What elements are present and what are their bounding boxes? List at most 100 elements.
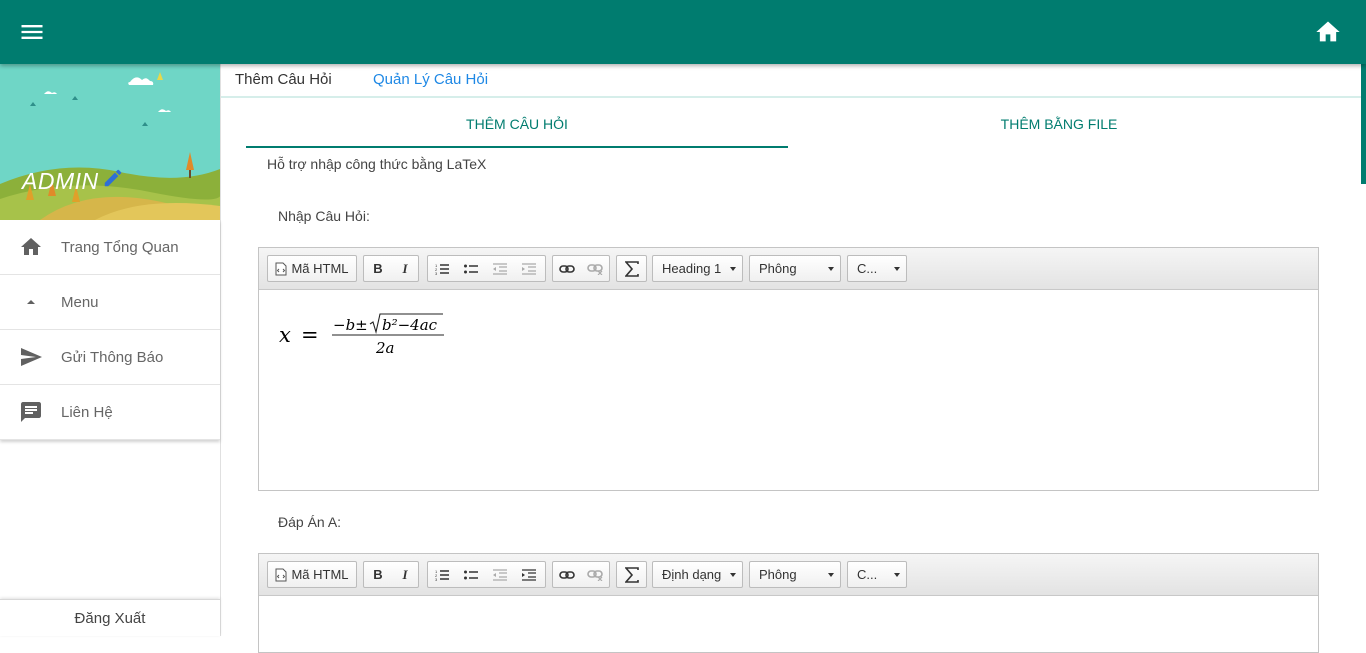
italic-button[interactable]: I: [392, 256, 418, 281]
quadratic-formula: x = −b± b²−4ac 2a: [279, 313, 444, 357]
answer-a-label: Đáp Án A:: [278, 514, 342, 530]
size-dropdown-value: C...: [857, 567, 878, 582]
question-label: Nhập Câu Hỏi:: [278, 208, 370, 224]
bold-button[interactable]: B: [364, 256, 392, 281]
main-content: Thêm Câu Hỏi Quản Lý Câu Hỏi THÊM CÂU HỎ…: [221, 64, 1361, 653]
formula-equals: =: [301, 323, 319, 347]
format-dropdown[interactable]: Heading 1: [652, 255, 743, 282]
font-dropdown[interactable]: Phông: [749, 255, 841, 282]
math-group: [616, 561, 647, 588]
italic-button[interactable]: I: [392, 562, 418, 587]
unlink-icon: [587, 569, 603, 581]
page-scrollbar[interactable]: [1361, 64, 1366, 184]
numbered-list-button[interactable]: 123: [428, 562, 456, 587]
math-formula-button[interactable]: [617, 562, 646, 587]
chevron-down-icon: [828, 267, 834, 271]
chevron-down-icon: [828, 573, 834, 577]
bold-button[interactable]: B: [364, 562, 392, 587]
list-indent-group: 123: [427, 255, 546, 282]
format-dropdown-value: Heading 1: [662, 261, 722, 276]
home-icon: [21, 238, 41, 255]
text-style-group: B I: [363, 255, 419, 282]
math-formula-button[interactable]: [617, 256, 646, 281]
source-button-group: Mã HTML: [267, 255, 357, 282]
svg-text:3: 3: [435, 577, 438, 581]
admin-name: ADMIN: [22, 168, 99, 194]
formula-denominator: 2a: [375, 339, 395, 357]
chevron-down-icon: [894, 267, 900, 271]
editor-toolbar: Mã HTML B I 123: [259, 248, 1318, 290]
math-group: [616, 255, 647, 282]
svg-text:3: 3: [435, 271, 438, 275]
latex-support-note: Hỗ trợ nhập công thức bằng LaTeX: [267, 156, 487, 172]
sidebar-item-menu[interactable]: Menu: [0, 275, 220, 330]
bulleted-list-icon: [463, 264, 478, 273]
source-button[interactable]: Mã HTML: [268, 256, 356, 281]
bulleted-list-button[interactable]: [456, 256, 485, 281]
question-editor: Mã HTML B I 123 Heading 1 Phông C... x =…: [258, 247, 1319, 491]
link-icon: [559, 264, 575, 273]
outdent-icon: [492, 262, 507, 275]
chevron-down-icon: [894, 573, 900, 577]
link-group: [552, 255, 610, 282]
chat-icon: [21, 402, 41, 422]
font-dropdown[interactable]: Phông: [749, 561, 841, 588]
text-style-group: B I: [363, 561, 419, 588]
outdent-button[interactable]: [485, 562, 514, 587]
chevron-down-icon: [730, 267, 736, 271]
outdent-button[interactable]: [485, 256, 514, 281]
indent-button[interactable]: [514, 256, 543, 281]
size-dropdown-value: C...: [857, 261, 878, 276]
unlink-icon: [587, 263, 603, 275]
font-dropdown-value: Phông: [759, 261, 797, 276]
tab-manage-questions[interactable]: Quản Lý Câu Hỏi: [373, 71, 488, 88]
size-dropdown[interactable]: C...: [847, 561, 907, 588]
sidebar-item-dashboard[interactable]: Trang Tổng Quan: [0, 220, 220, 275]
active-tab-indicator: [246, 146, 788, 148]
unlink-button[interactable]: [581, 256, 609, 281]
pencil-icon: [104, 169, 122, 187]
hamburger-menu-button[interactable]: [18, 18, 46, 46]
subtab-add-by-file[interactable]: THÊM BẰNG FILE: [788, 116, 1330, 132]
chevron-down-icon: [730, 573, 736, 577]
sidebar: ADMIN Trang Tổng Quan Menu Gửi Thông Báo: [0, 64, 221, 636]
sub-tab-bar: THÊM CÂU HỎI THÊM BẰNG FILE: [246, 110, 1331, 148]
sidebar-menu: Trang Tổng Quan Menu Gửi Thông Báo Liên …: [0, 220, 220, 440]
logout-button[interactable]: Đăng Xuất: [0, 599, 220, 636]
send-icon: [21, 348, 42, 366]
link-button[interactable]: [553, 562, 581, 587]
bulleted-list-button[interactable]: [456, 562, 485, 587]
unlink-button[interactable]: [581, 562, 609, 587]
numbered-list-button[interactable]: 123: [428, 256, 456, 281]
source-button[interactable]: Mã HTML: [268, 562, 356, 587]
top-app-bar: [0, 0, 1366, 64]
hamburger-icon: [21, 25, 43, 39]
size-dropdown[interactable]: C...: [847, 255, 907, 282]
tab-add-question[interactable]: Thêm Câu Hỏi: [235, 71, 332, 88]
subtab-add-question[interactable]: THÊM CÂU HỎI: [246, 116, 788, 132]
sidebar-item-send-notification[interactable]: Gửi Thông Báo: [0, 330, 220, 385]
format-dropdown[interactable]: Định dạng: [652, 561, 743, 588]
home-button[interactable]: [1314, 18, 1342, 46]
formula-lhs: x: [279, 323, 291, 347]
list-indent-group: 123: [427, 561, 546, 588]
source-code-icon: [275, 262, 287, 275]
link-button[interactable]: [553, 256, 581, 281]
indent-button[interactable]: [514, 562, 543, 587]
formula-numerator-prefix: −b±: [333, 316, 368, 334]
sidebar-item-label: Trang Tổng Quan: [61, 238, 179, 256]
font-dropdown-value: Phông: [759, 567, 797, 582]
caret-up-icon: [27, 300, 35, 304]
sidebar-item-label: Menu: [61, 293, 99, 311]
top-tab-bar: Thêm Câu Hỏi Quản Lý Câu Hỏi: [221, 64, 1361, 98]
sidebar-item-label: Liên Hệ: [61, 403, 113, 421]
link-icon: [559, 570, 575, 579]
question-editor-content[interactable]: x = −b± b²−4ac 2a: [259, 290, 1318, 490]
sigma-icon: [624, 566, 639, 583]
edit-profile-button[interactable]: [102, 167, 124, 189]
answer-a-editor-content[interactable]: [259, 596, 1318, 652]
profile-banner: ADMIN: [0, 64, 220, 220]
sidebar-item-contact[interactable]: Liên Hệ: [0, 385, 220, 440]
home-icon: [1316, 21, 1340, 42]
bulleted-list-icon: [463, 570, 478, 579]
